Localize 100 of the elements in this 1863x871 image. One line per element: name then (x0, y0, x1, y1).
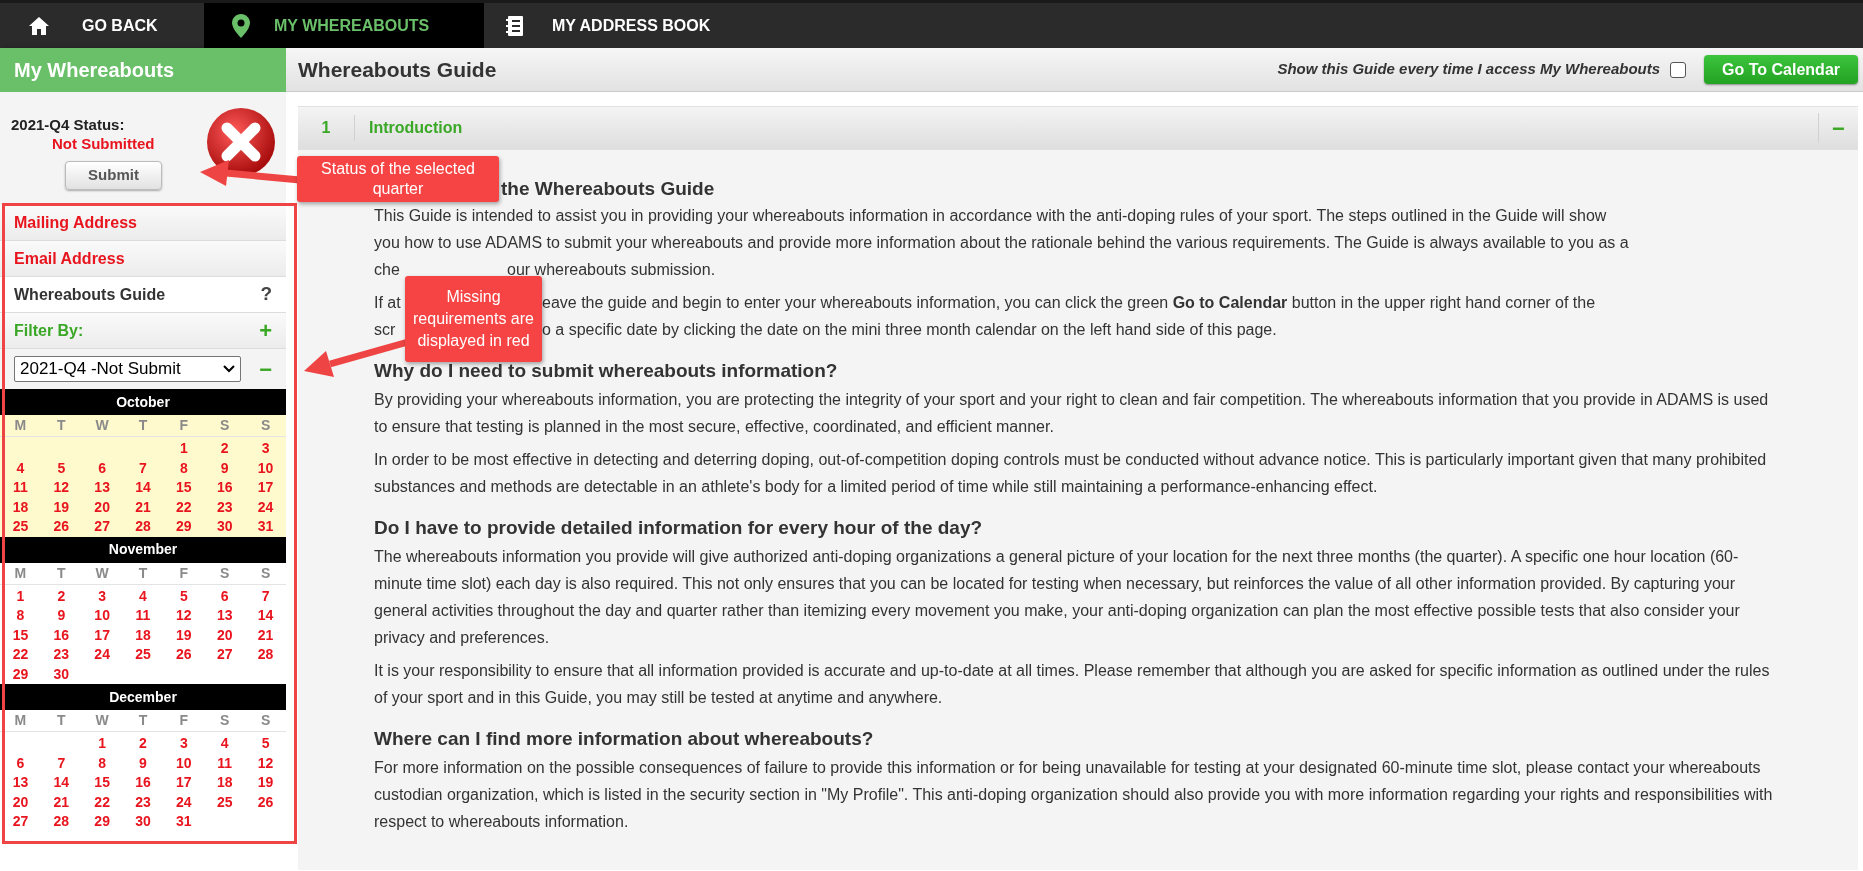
calendar-day[interactable]: 14 (40, 772, 82, 794)
calendar-day[interactable]: 20 (0, 791, 41, 813)
calendar-day[interactable]: 23 (122, 791, 164, 813)
calendar-day[interactable]: 17 (245, 477, 286, 499)
calendar-day[interactable]: 11 (0, 477, 41, 499)
go-to-calendar-button[interactable]: Go To Calendar (1704, 55, 1858, 84)
calendar-day[interactable]: 3 (163, 733, 205, 755)
calendar-day[interactable]: 19 (40, 496, 82, 518)
calendar-day[interactable]: 7 (245, 585, 286, 607)
calendar-day[interactable]: 27 (0, 811, 41, 833)
calendar-day[interactable]: 2 (40, 585, 82, 607)
calendar-day[interactable]: 3 (245, 438, 286, 460)
calendar-day[interactable]: 11 (204, 752, 246, 774)
calendar-day[interactable]: 9 (122, 752, 164, 774)
calendar-day[interactable]: 13 (0, 772, 41, 794)
calendar-day[interactable]: 3 (81, 585, 123, 607)
calendar-day[interactable]: 17 (163, 772, 205, 794)
calendar-day[interactable]: 14 (245, 605, 286, 627)
section-title[interactable]: Introduction (355, 116, 1818, 140)
calendar-day[interactable]: 30 (40, 663, 82, 685)
calendar-day[interactable]: 10 (81, 605, 123, 627)
calendar-day[interactable]: 18 (122, 624, 164, 646)
help-icon[interactable]: ? (260, 280, 272, 309)
nav-tab[interactable]: MY WHEREABOUTS (204, 3, 484, 48)
sidebar-item[interactable]: Email Address (0, 241, 286, 277)
calendar-day[interactable]: 2 (204, 438, 246, 460)
nav-tab[interactable]: GO BACK (0, 3, 204, 48)
calendar-day[interactable]: 23 (40, 644, 82, 666)
calendar-day[interactable]: 16 (122, 772, 164, 794)
calendar-day[interactable]: 22 (81, 791, 123, 813)
calendar-day[interactable]: 22 (163, 496, 205, 518)
calendar-day[interactable]: 9 (204, 457, 246, 479)
calendar-day[interactable]: 14 (122, 477, 164, 499)
calendar-day[interactable]: 1 (81, 733, 123, 755)
calendar-day[interactable]: 31 (163, 811, 205, 833)
calendar-day[interactable]: 26 (245, 791, 286, 813)
calendar-day[interactable]: 6 (204, 585, 246, 607)
sidebar-item[interactable]: Whereabouts Guide ? (0, 277, 286, 313)
calendar-day[interactable]: 15 (163, 477, 205, 499)
quarter-select[interactable]: 2021-Q4 -Not Submit (14, 356, 241, 382)
calendar-day[interactable]: 24 (163, 791, 205, 813)
calendar-day[interactable]: 6 (81, 457, 123, 479)
calendar-day[interactable]: 24 (245, 496, 286, 518)
expand-icon[interactable]: + (259, 314, 272, 347)
submit-button[interactable]: Submit (65, 161, 162, 190)
calendar-day[interactable]: 12 (163, 605, 205, 627)
sidebar-item[interactable]: Mailing Address (0, 205, 286, 241)
calendar-day[interactable]: 24 (81, 644, 123, 666)
nav-tab[interactable]: MY ADDRESS BOOK (484, 3, 711, 48)
calendar-day[interactable]: 4 (0, 457, 41, 479)
calendar-day[interactable]: 23 (204, 496, 246, 518)
calendar-day[interactable]: 26 (40, 516, 82, 538)
calendar-day[interactable]: 1 (0, 585, 41, 607)
calendar-day[interactable]: 16 (40, 624, 82, 646)
calendar-day[interactable]: 25 (204, 791, 246, 813)
show-guide-checkbox[interactable] (1670, 61, 1687, 78)
calendar-day[interactable]: 8 (81, 752, 123, 774)
calendar-day[interactable]: 19 (163, 624, 205, 646)
calendar-day[interactable]: 11 (122, 605, 164, 627)
calendar-day[interactable]: 28 (245, 644, 286, 666)
calendar-day[interactable]: 5 (245, 733, 286, 755)
calendar-day[interactable]: 6 (0, 752, 41, 774)
calendar-day[interactable]: 15 (81, 772, 123, 794)
calendar-day[interactable]: 5 (163, 585, 205, 607)
calendar-day[interactable]: 12 (245, 752, 286, 774)
calendar-day[interactable]: 20 (204, 624, 246, 646)
calendar-day[interactable]: 5 (40, 457, 82, 479)
calendar-day[interactable]: 20 (81, 496, 123, 518)
calendar-day[interactable]: 26 (163, 644, 205, 666)
calendar-day[interactable]: 19 (245, 772, 286, 794)
collapse-icon[interactable]: − (259, 352, 272, 386)
calendar-day[interactable]: 25 (122, 644, 164, 666)
calendar-day[interactable]: 10 (245, 457, 286, 479)
calendar-day[interactable]: 30 (204, 516, 246, 538)
calendar-day[interactable]: 13 (81, 477, 123, 499)
calendar-day[interactable]: 10 (163, 752, 205, 774)
calendar-day[interactable]: 29 (81, 811, 123, 833)
calendar-day[interactable]: 29 (163, 516, 205, 538)
calendar-day[interactable]: 1 (163, 438, 205, 460)
sidebar-item[interactable]: Filter By: + (0, 313, 286, 349)
calendar-day[interactable]: 21 (245, 624, 286, 646)
calendar-day[interactable]: 22 (0, 644, 41, 666)
calendar-day[interactable]: 7 (122, 457, 164, 479)
calendar-day[interactable]: 8 (163, 457, 205, 479)
calendar-day[interactable]: 18 (0, 496, 41, 518)
calendar-day[interactable]: 25 (0, 516, 41, 538)
calendar-day[interactable]: 4 (204, 733, 246, 755)
calendar-day[interactable]: 12 (40, 477, 82, 499)
calendar-day[interactable]: 9 (40, 605, 82, 627)
calendar-day[interactable]: 15 (0, 624, 41, 646)
calendar-day[interactable]: 27 (204, 644, 246, 666)
calendar-day[interactable]: 4 (122, 585, 164, 607)
calendar-day[interactable]: 8 (0, 605, 41, 627)
calendar-day[interactable]: 30 (122, 811, 164, 833)
calendar-day[interactable]: 28 (122, 516, 164, 538)
calendar-day[interactable]: 28 (40, 811, 82, 833)
calendar-day[interactable]: 31 (245, 516, 286, 538)
calendar-day[interactable]: 17 (81, 624, 123, 646)
calendar-day[interactable]: 7 (40, 752, 82, 774)
calendar-day[interactable]: 13 (204, 605, 246, 627)
